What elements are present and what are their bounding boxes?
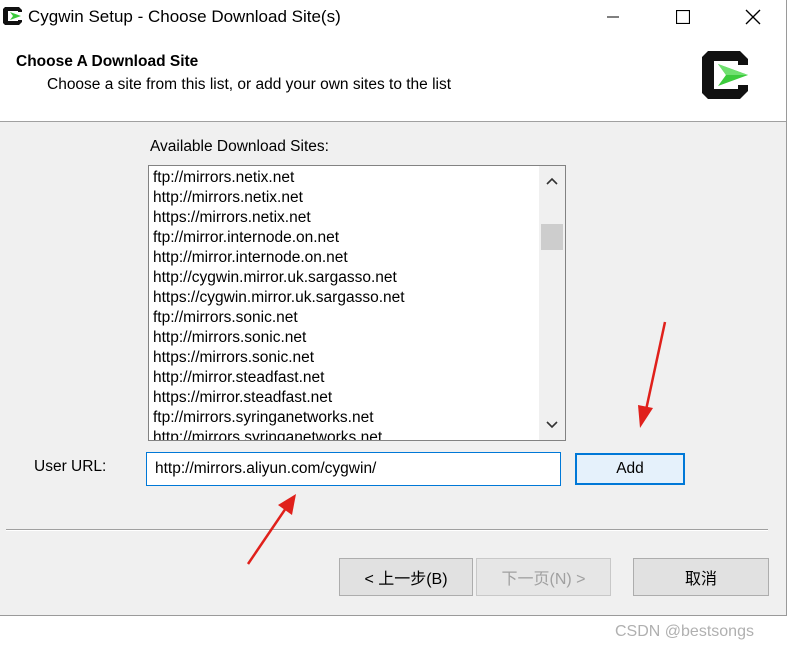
site-items: ftp://mirrors.netix.net http://mirrors.ne… xyxy=(153,168,405,440)
user-url-label: User URL: xyxy=(34,458,107,475)
list-item[interactable]: https://mirrors.netix.net xyxy=(153,208,405,228)
cygwin-logo-icon xyxy=(3,7,22,25)
wizard-header: Choose A Download Site Choose a site fro… xyxy=(0,36,786,122)
maximize-button[interactable] xyxy=(660,0,706,34)
list-item[interactable]: http://mirrors.syringanetworks.net xyxy=(153,428,405,440)
cygwin-logo-icon xyxy=(702,51,748,99)
scroll-up-button[interactable] xyxy=(539,168,565,194)
download-sites-list[interactable]: ftp://mirrors.netix.net http://mirrors.ne… xyxy=(148,165,566,441)
list-item[interactable]: http://mirror.internode.on.net xyxy=(153,248,405,268)
chevron-down-icon xyxy=(546,421,558,429)
divider xyxy=(6,529,768,531)
list-item[interactable]: ftp://mirrors.syringanetworks.net xyxy=(153,408,405,428)
list-item[interactable]: http://cygwin.mirror.uk.sargasso.net xyxy=(153,268,405,288)
back-button[interactable]: < 上一步(B) xyxy=(339,558,473,596)
page-subtitle: Choose a site from this list, or add you… xyxy=(47,76,452,93)
list-item[interactable]: https://mirrors.sonic.net xyxy=(153,348,405,368)
list-item[interactable]: https://cygwin.mirror.uk.sargasso.net xyxy=(153,288,405,308)
cancel-button[interactable]: 取消 xyxy=(633,558,769,596)
maximize-icon xyxy=(676,10,690,24)
chevron-up-icon xyxy=(546,177,558,185)
scroll-thumb[interactable] xyxy=(541,224,563,250)
list-item[interactable]: https://mirror.steadfast.net xyxy=(153,388,405,408)
sites-label: Available Download Sites: xyxy=(150,138,329,155)
next-button[interactable]: 下一页(N) > xyxy=(476,558,611,596)
window-title: Cygwin Setup - Choose Download Site(s) xyxy=(28,7,341,26)
list-item[interactable]: http://mirrors.sonic.net xyxy=(153,328,405,348)
watermark: CSDN @bestsongs xyxy=(615,623,754,640)
list-scrollbar[interactable] xyxy=(539,166,565,440)
user-url-input[interactable] xyxy=(146,452,561,486)
close-icon xyxy=(745,9,761,25)
scroll-down-button[interactable] xyxy=(539,412,565,438)
list-item[interactable]: ftp://mirror.internode.on.net xyxy=(153,228,405,248)
page-title: Choose A Download Site xyxy=(16,53,199,70)
minimize-button[interactable] xyxy=(590,0,636,34)
close-button[interactable] xyxy=(730,0,776,34)
minimize-icon xyxy=(607,16,619,18)
add-button[interactable]: Add xyxy=(575,453,685,485)
setup-window: Cygwin Setup - Choose Download Site(s) C… xyxy=(0,0,787,616)
list-item[interactable]: ftp://mirrors.sonic.net xyxy=(153,308,405,328)
list-item[interactable]: http://mirror.steadfast.net xyxy=(153,368,405,388)
list-item[interactable]: http://mirrors.netix.net xyxy=(153,188,405,208)
list-item[interactable]: ftp://mirrors.netix.net xyxy=(153,168,405,188)
title-bar: Cygwin Setup - Choose Download Site(s) xyxy=(0,0,786,36)
